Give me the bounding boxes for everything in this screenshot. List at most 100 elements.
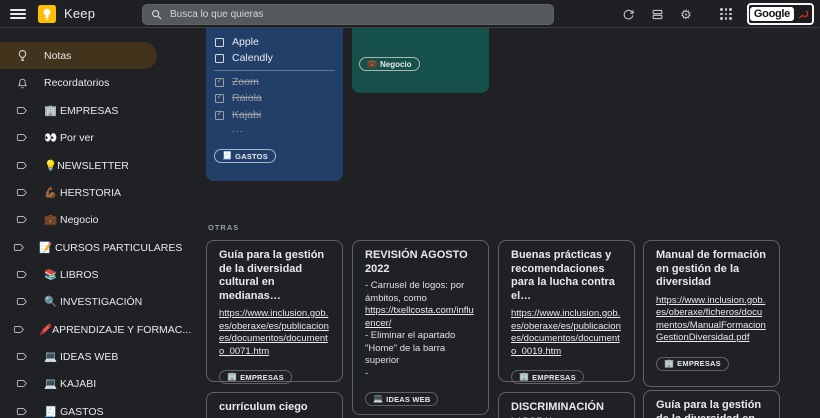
sidebar-item-newsletter[interactable]: 💡NEWSLETTER [0, 151, 157, 178]
label-tag-icon [13, 159, 31, 172]
checkbox-checked[interactable] [215, 92, 224, 103]
chip-label: EMPRESAS [240, 372, 284, 382]
sidebar-item-label: 📚 LIBROS [44, 268, 99, 281]
sidebar-item-label: 🏢 EMPRESAS [44, 104, 119, 117]
checklist-item: Apple [214, 35, 335, 49]
keep-app: Keep ⚙ [0, 0, 820, 418]
building-icon: 🏢 [227, 372, 238, 381]
label-chip-ideas-web[interactable]: 💻 IDEAS WEB [365, 392, 439, 406]
note-title: REVISIÓN AGOSTO 2022 [365, 249, 468, 275]
label-tag-icon [13, 323, 26, 336]
label-chip-empresas[interactable]: 🏢 EMPRESAS [511, 370, 584, 384]
sidebar-item-label: 🖍️APRENDIZAJE Y FORMAC... [39, 323, 192, 336]
label-tag-icon [13, 405, 31, 418]
settings-button[interactable]: ⚙ [676, 5, 696, 23]
sidebar-item-kajabi[interactable]: 💻 KAJABI [0, 370, 157, 397]
sidebar-item-libros[interactable]: 📚 LIBROS [0, 261, 157, 288]
note-link[interactable]: https://www.inclusion.gob.es/oberaxe/es/… [511, 308, 622, 358]
sidebar-item-investigacion[interactable]: 🔍 INVESTIGACIÓN [0, 288, 157, 315]
refresh-icon [623, 9, 634, 19]
label-tag-icon [13, 295, 31, 308]
building-icon: 🏢 [664, 358, 675, 368]
search-input[interactable] [170, 9, 545, 20]
sidebar-item-label: 💼 Negocio [44, 214, 99, 227]
label-chip-empresas[interactable]: 🏢 EMPRESAS [656, 356, 729, 371]
list-view-icon [652, 9, 662, 19]
sidebar-item-empresas[interactable]: 🏢 EMPRESAS [0, 97, 157, 124]
label-tag-icon [13, 213, 31, 226]
sidebar-item-label: Notas [44, 49, 72, 62]
checklist-item-label: Apple [232, 36, 259, 48]
note-card-revision-agosto[interactable]: REVISIÓN AGOSTO 2022 - Carrusel de logos… [352, 240, 489, 415]
section-label-otras: OTRAS [208, 223, 240, 232]
label-tag-icon [13, 268, 31, 281]
note-title: Manual de formación en gestión de la div… [656, 249, 767, 288]
checklist-item-label: Calendly [232, 52, 273, 64]
label-chip-gastos[interactable]: 🧾 GASTOS [214, 149, 276, 163]
sidebar-item-aprendizaje[interactable]: 🖍️APRENDIZAJE Y FORMAC... [0, 315, 191, 342]
chip-label: EMPRESAS [677, 359, 721, 368]
app-title: Keep [64, 6, 96, 21]
laptop-icon: 💻 [373, 394, 384, 403]
note-title: DISCRIMINACIÓN [511, 401, 604, 413]
sidebar-item-negocio[interactable]: 💼 Negocio [0, 206, 157, 233]
sidebar-item-recordatorios[interactable]: Recordatorios [0, 69, 157, 96]
lightbulb-icon [13, 49, 31, 62]
sidebar-item-label: 🧾 GASTOS [44, 405, 104, 418]
note-title: Guía para la gestión de la diversidad en… [656, 399, 762, 418]
note-body-line: - Carrusel de logos: por ámbitos, como [365, 280, 465, 304]
search-bar[interactable] [142, 4, 554, 25]
google-apps-button[interactable] [716, 5, 736, 23]
sidebar-item-herstoria[interactable]: 💪🏾 HERSTORIA [0, 179, 157, 206]
refresh-button[interactable] [618, 5, 638, 23]
google-extension-widget[interactable]: Google [746, 3, 814, 25]
sidebar-item-ideas-web[interactable]: 💻 IDEAS WEB [0, 343, 157, 370]
label-chip-empresas[interactable]: 🏢 EMPRESAS [219, 370, 292, 384]
checklist-item-label: Kajabi [232, 109, 262, 121]
checklist-item-label: Raiola [232, 92, 262, 104]
bell-icon [13, 77, 31, 90]
label-tag-icon [13, 350, 31, 363]
note-title: currículum ciego [219, 401, 308, 413]
note-body-line: - Eliminar el apartado "Home" de la barr… [365, 330, 456, 366]
receipt-icon: 🧾 [222, 151, 233, 160]
sidebar-item-por-ver[interactable]: 👀 Por ver [0, 124, 157, 151]
sidebar-item-cursos-particulares[interactable]: 📝 CURSOS PARTICULARES [0, 233, 182, 260]
main-menu-icon[interactable] [10, 7, 26, 21]
google-widget-label: Google [749, 7, 794, 21]
checkbox-checked[interactable] [215, 109, 224, 120]
chip-label: Negocio [379, 59, 412, 69]
apps-grid-icon [720, 8, 732, 20]
sidebar-item-label: 💻 IDEAS WEB [44, 350, 119, 363]
checkbox-unchecked[interactable] [215, 37, 224, 47]
note-card-manual-formacion[interactable]: Manual de formación en gestión de la div… [643, 240, 780, 387]
label-chip-negocio[interactable]: 💼 Negocio [359, 57, 420, 71]
note-link[interactable]: https://txellcosta.com/influencer/ [365, 305, 476, 330]
checklist-item: Calendly [214, 51, 335, 65]
chip-label: EMPRESAS [532, 372, 576, 382]
checkbox-checked[interactable] [215, 76, 224, 87]
label-tag-icon [13, 104, 31, 117]
checkbox-unchecked[interactable] [215, 53, 224, 63]
note-card-curriculum-ciego[interactable]: currículum ciego [206, 392, 343, 418]
checklist-item-label: Zoom [232, 76, 259, 88]
note-card-guia-diversidad-cultural[interactable]: Guía para la gestión de la diversidad cu… [206, 240, 343, 384]
note-link[interactable]: https://www.inclusion.gob.es/oberaxe/fic… [656, 295, 767, 345]
checklist-item: Zoom [214, 75, 335, 89]
sidebar-item-gastos[interactable]: 🧾 GASTOS [0, 397, 157, 418]
checklist-more-indicator: ... [232, 124, 244, 135]
note-card-buenas-practicas[interactable]: Buenas prácticas y recomendaciones para … [498, 240, 635, 384]
note-link[interactable]: https://www.inclusion.gob.es/oberaxe/es/… [219, 308, 330, 358]
note-card-guia-diversidad-entornos[interactable]: Guía para la gestión de la diversidad en… [643, 390, 780, 418]
note-checklist-gastos[interactable]: Apple Calendly Zoom Raiola Kajabi ... [206, 28, 343, 181]
label-tag-icon [13, 241, 26, 254]
search-icon [152, 10, 162, 20]
sidebar-item-notas[interactable]: Notas [0, 42, 157, 70]
checklist-item: Raiola [214, 91, 335, 105]
note-card-discriminacion[interactable]: DISCRIMINACIÓN LABORAL [498, 392, 635, 418]
list-view-button[interactable] [647, 5, 667, 23]
note-negocio[interactable]: 💼 Negocio [352, 28, 489, 93]
label-tag-icon [13, 186, 31, 199]
sidebar-item-label: Recordatorios [44, 77, 110, 90]
sidebar-item-label: 💡NEWSLETTER [44, 159, 129, 172]
